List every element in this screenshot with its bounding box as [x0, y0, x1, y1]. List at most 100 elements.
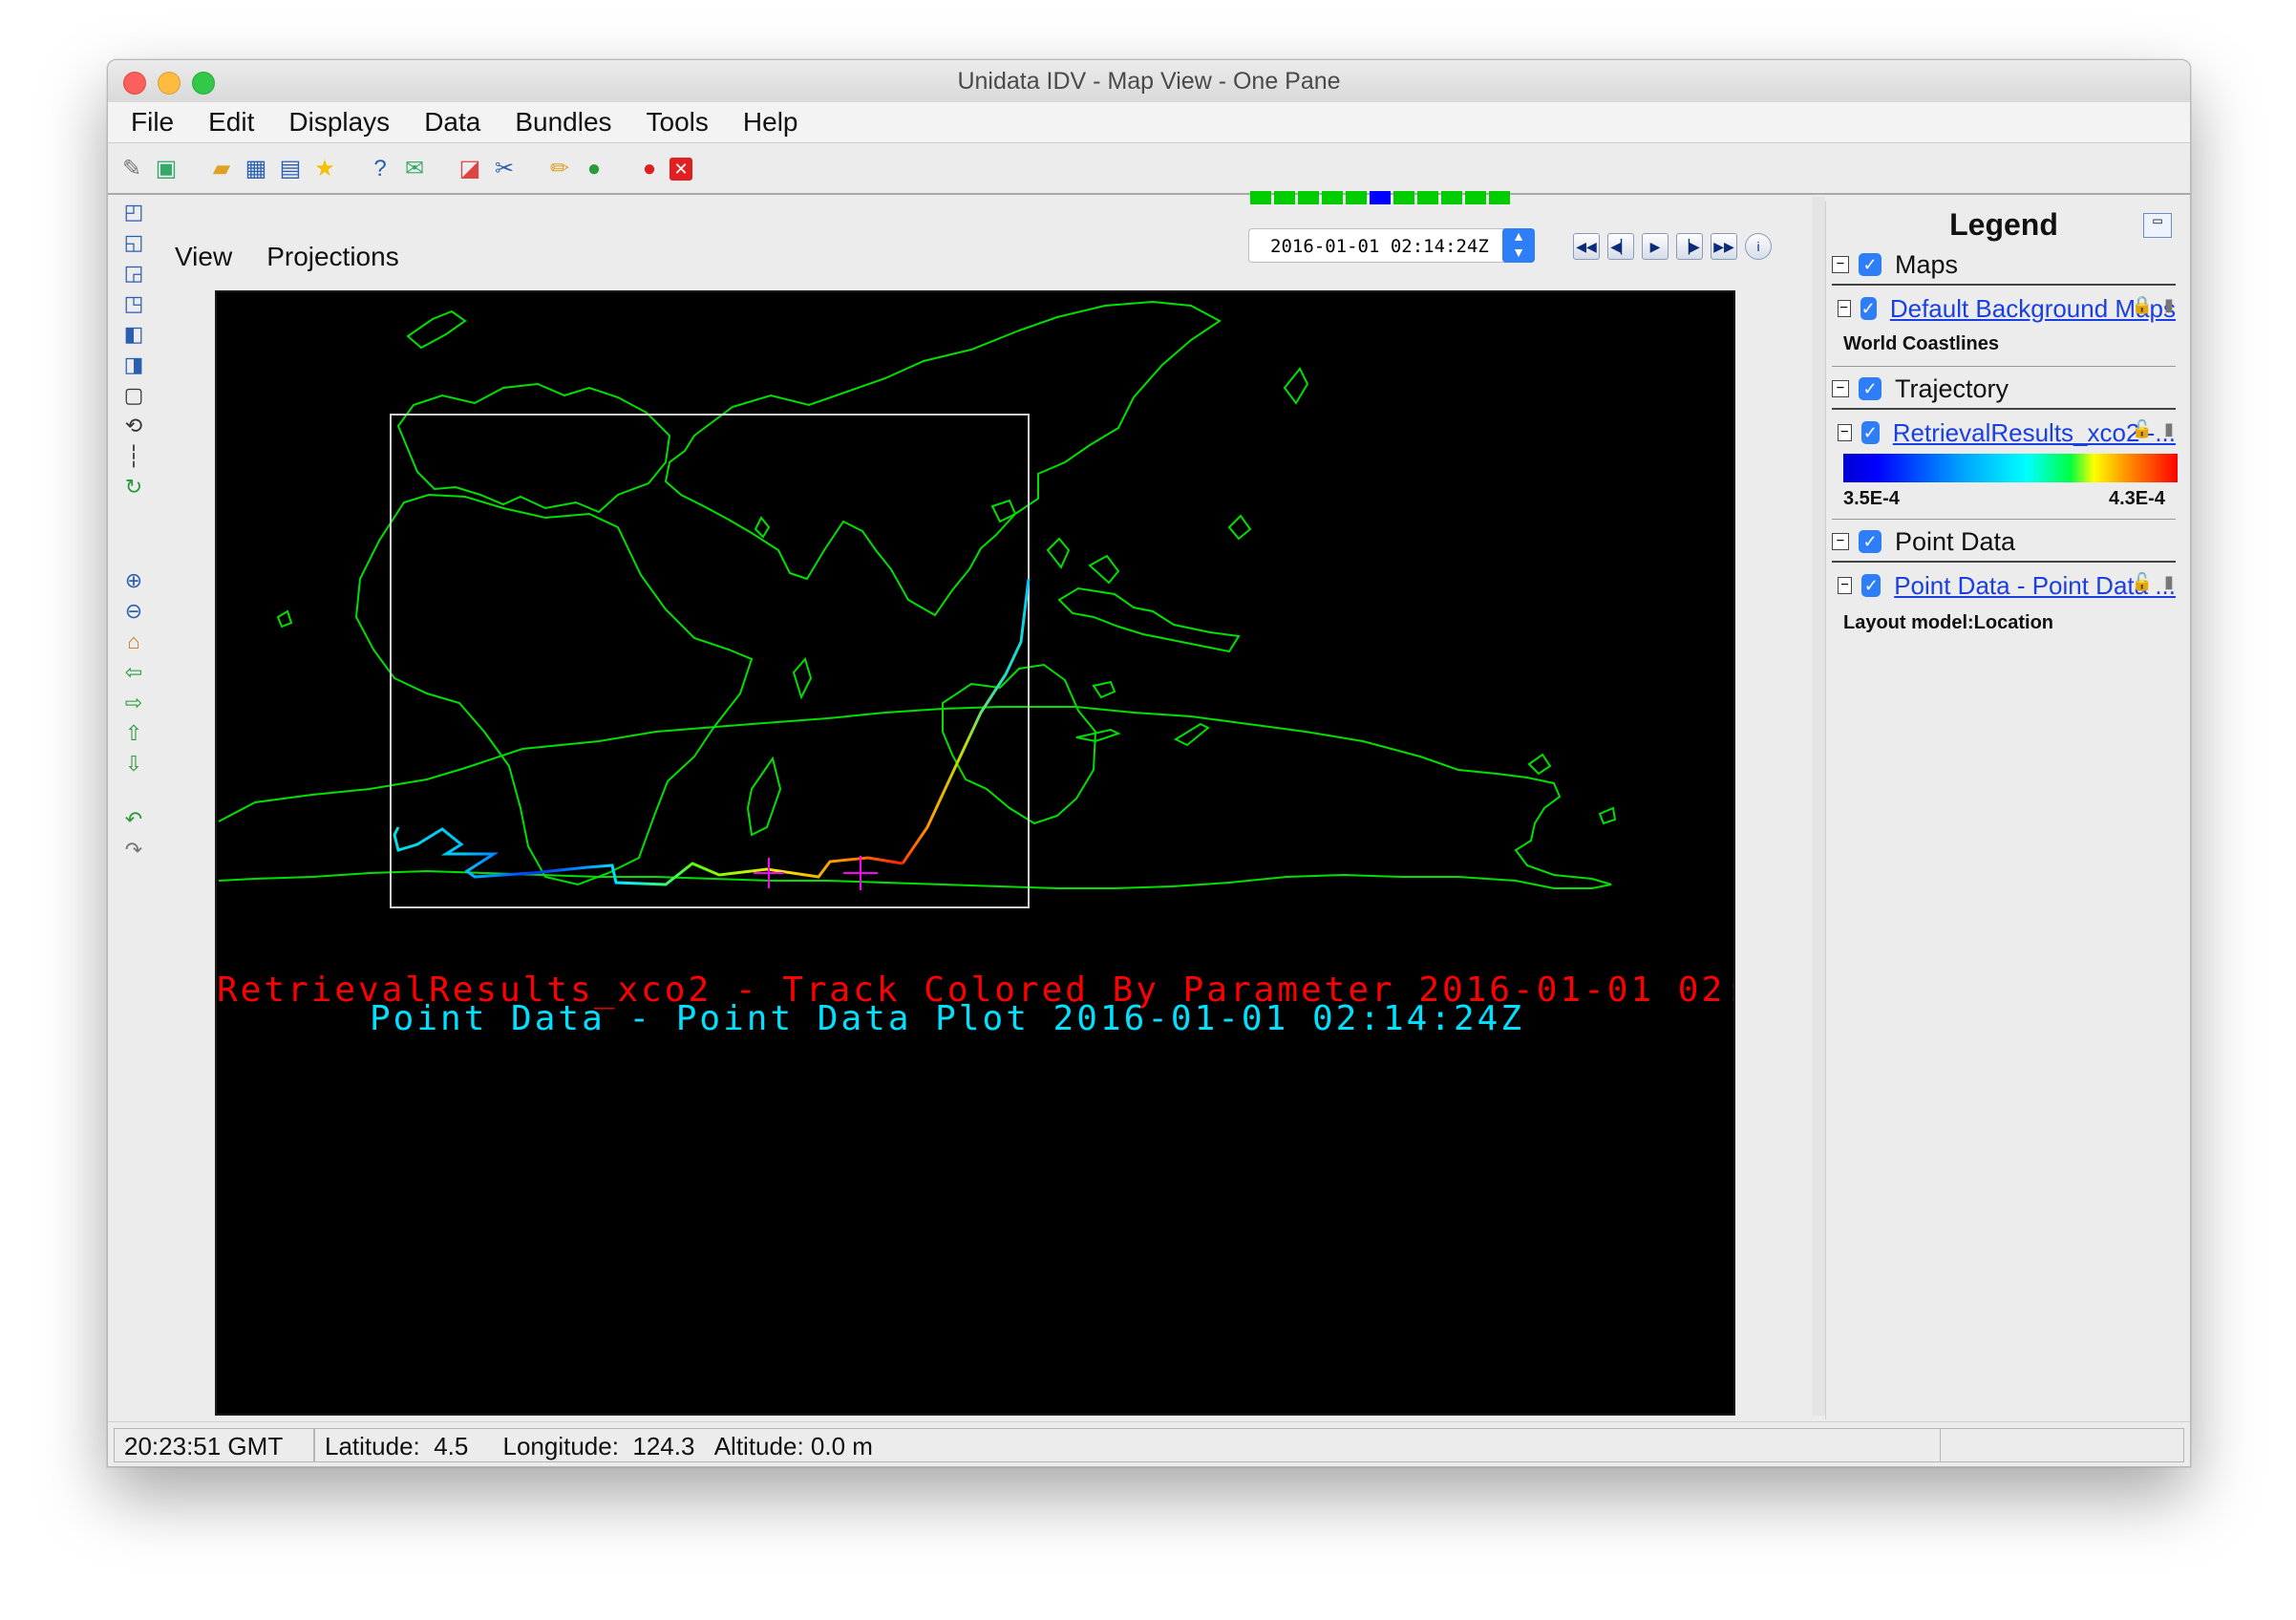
- auto-rotate-icon[interactable]: ↻: [119, 474, 148, 501]
- menu-help[interactable]: Help: [726, 107, 816, 138]
- zoom-out-icon[interactable]: ⊖: [119, 598, 148, 625]
- home-icon[interactable]: ⌂: [119, 629, 148, 655]
- animation-frame-square[interactable]: [1465, 191, 1486, 204]
- animation-frame-square[interactable]: [1250, 191, 1271, 204]
- legend-item-default-maps: − ✓ Default Background Maps: [1838, 291, 2176, 326]
- divider: [1832, 284, 2176, 286]
- lock-icon[interactable]: 🔓: [2130, 572, 2155, 597]
- collapse-icon[interactable]: −: [1838, 300, 1851, 317]
- help-icon[interactable]: ?: [366, 155, 394, 183]
- animation-frame-square[interactable]: [1346, 191, 1367, 204]
- retrieval-checkbox[interactable]: ✓: [1860, 421, 1880, 444]
- redo-view-icon[interactable]: ↷: [119, 837, 148, 863]
- animation-frame-square[interactable]: [1370, 191, 1391, 204]
- step-back-icon[interactable]: ◀▏: [1607, 233, 1634, 260]
- animation-time-select[interactable]: 2016-01-01 02:14:24Z: [1248, 228, 1535, 263]
- pan-up-icon[interactable]: ⇧: [119, 720, 148, 747]
- animation-frame-square[interactable]: [1322, 191, 1343, 204]
- animation-frame-indicator[interactable]: [1250, 191, 1510, 206]
- remove-display-icon[interactable]: ▮: [2158, 419, 2179, 444]
- menu-bundles[interactable]: Bundles: [498, 107, 628, 138]
- view-top-icon[interactable]: ◰: [119, 199, 148, 225]
- reset-view-icon[interactable]: ▢: [119, 382, 148, 409]
- menu-file[interactable]: File: [114, 107, 191, 138]
- animation-info-icon[interactable]: i: [1745, 233, 1772, 260]
- go-to-last-icon[interactable]: ▶▶: [1711, 233, 1737, 260]
- view-west-icon[interactable]: ◨: [119, 352, 148, 378]
- divider: [1832, 408, 2176, 410]
- lock-icon[interactable]: 🔓: [2130, 419, 2155, 444]
- save-icon[interactable]: ▦: [242, 155, 270, 183]
- area-selection-box[interactable]: [390, 414, 1030, 908]
- map-canvas[interactable]: RetrievalResults_xco2 - Track Colored By…: [215, 290, 1735, 1416]
- step-forward-icon[interactable]: ▕▶: [1676, 233, 1703, 260]
- menu-bar: File Edit Displays Data Bundles Tools He…: [108, 102, 2190, 143]
- undo-view-icon[interactable]: ↶: [119, 806, 148, 833]
- animation-frame-square[interactable]: [1489, 191, 1510, 204]
- animation-frame-square[interactable]: [1274, 191, 1295, 204]
- animation-frame-square[interactable]: [1393, 191, 1414, 204]
- status-bar: 20:23:51 GMT Latitude: 4.5 Longitude: 12…: [108, 1421, 2190, 1466]
- menu-data[interactable]: Data: [407, 107, 498, 138]
- point-data-visibility-checkbox[interactable]: ✓: [1859, 530, 1881, 553]
- world-coastlines: [218, 300, 1617, 889]
- view-east-icon[interactable]: ◳: [119, 290, 148, 317]
- divider: [1832, 519, 2176, 520]
- pan-down-icon[interactable]: ⇩: [119, 751, 148, 778]
- play-icon[interactable]: ▶: [1642, 233, 1669, 260]
- legend-group-label: Point Data: [1895, 526, 2016, 556]
- collapse-icon[interactable]: −: [1838, 577, 1853, 594]
- maps-visibility-checkbox[interactable]: ✓: [1859, 253, 1881, 276]
- collapse-icon[interactable]: −: [1838, 424, 1852, 441]
- stop-red-icon[interactable]: ●: [635, 155, 664, 183]
- animation-frame-square[interactable]: [1417, 191, 1438, 204]
- trajectory-visibility-checkbox[interactable]: ✓: [1859, 377, 1881, 400]
- tab-view[interactable]: View: [158, 237, 249, 277]
- rotate-view-icon[interactable]: ⟲: [119, 413, 148, 439]
- open-folder-icon[interactable]: ▰: [207, 155, 236, 183]
- view-north-icon[interactable]: ◲: [119, 260, 148, 287]
- globe-icon[interactable]: ●: [580, 155, 608, 183]
- pan-right-icon[interactable]: ⇨: [119, 690, 148, 716]
- go-to-first-icon[interactable]: ◀◀: [1573, 233, 1600, 260]
- point-data-checkbox[interactable]: ✓: [1861, 574, 1881, 597]
- panel-splitter[interactable]: [1812, 197, 1825, 1416]
- pencil-icon[interactable]: ✏: [545, 155, 574, 183]
- window-title: Unidata IDV - Map View - One Pane: [957, 68, 1341, 95]
- remove-display-icon[interactable]: ▮: [2158, 295, 2179, 320]
- legend-item-retrieval: − ✓ RetrievalResults_xco2 -...: [1838, 416, 2176, 450]
- time-select-spinner[interactable]: ▲ ▼: [1502, 228, 1535, 263]
- xco2-color-bar[interactable]: [1843, 454, 2178, 482]
- view-bottom-icon[interactable]: ◱: [119, 229, 148, 256]
- menu-tools[interactable]: Tools: [629, 107, 726, 138]
- remove-display-icon[interactable]: ▮: [2158, 572, 2179, 597]
- data-chooser-icon[interactable]: ✎: [117, 155, 146, 183]
- menu-displays[interactable]: Displays: [271, 107, 407, 138]
- legend-group-label: Maps: [1895, 249, 1959, 279]
- save-as-icon[interactable]: ▤: [276, 155, 305, 183]
- menu-edit[interactable]: Edit: [191, 107, 271, 138]
- view-south-icon[interactable]: ◧: [119, 321, 148, 348]
- scissors-icon[interactable]: ✂: [490, 155, 519, 183]
- zoom-in-icon[interactable]: ⊕: [119, 567, 148, 594]
- idv-window: Unidata IDV - Map View - One Pane File E…: [107, 59, 2191, 1467]
- lock-icon[interactable]: 🔒: [2130, 295, 2155, 320]
- status-location: Latitude: 4.5 Longitude: 124.3 Altitude:…: [314, 1428, 2051, 1462]
- legend-options-icon[interactable]: ▭: [2143, 213, 2172, 238]
- new-window-icon[interactable]: ▣: [152, 155, 181, 183]
- tab-projections[interactable]: Projections: [249, 237, 416, 277]
- collapse-icon[interactable]: −: [1832, 533, 1849, 550]
- latitude-label: Latitude:: [325, 1432, 420, 1460]
- eraser-icon[interactable]: ◪: [456, 155, 484, 183]
- send-email-icon[interactable]: ✉: [400, 155, 429, 183]
- favorite-star-icon[interactable]: ★: [310, 155, 339, 183]
- close-red-icon[interactable]: ✕: [670, 158, 692, 181]
- collapse-icon[interactable]: −: [1832, 380, 1849, 397]
- pan-left-icon[interactable]: ⇦: [119, 659, 148, 686]
- latitude-value: 4.5: [434, 1432, 469, 1460]
- collapse-icon[interactable]: −: [1832, 256, 1849, 273]
- vertical-scale-icon[interactable]: ┆: [119, 443, 148, 470]
- animation-frame-square[interactable]: [1298, 191, 1319, 204]
- animation-frame-square[interactable]: [1441, 191, 1462, 204]
- default-maps-checkbox[interactable]: ✓: [1860, 297, 1877, 320]
